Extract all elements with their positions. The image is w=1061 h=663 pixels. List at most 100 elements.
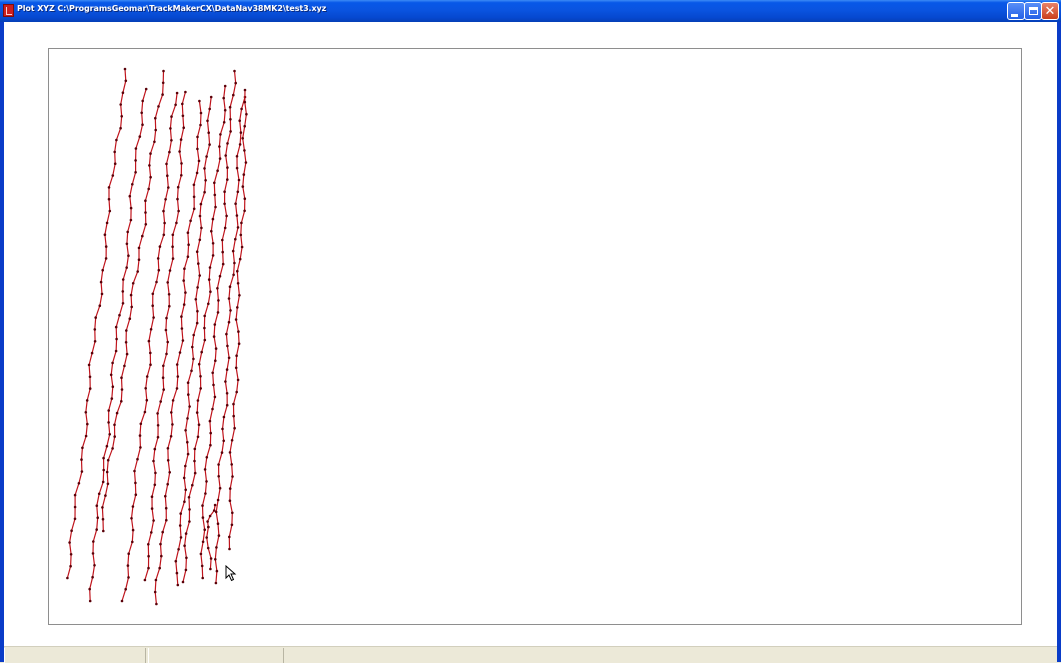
survey-point — [154, 578, 158, 582]
survey-point — [137, 246, 141, 250]
survey-point — [181, 339, 185, 342]
survey-point — [101, 480, 105, 484]
survey-point — [208, 143, 211, 146]
survey-point — [238, 119, 241, 122]
survey-point — [188, 508, 191, 511]
survey-point — [190, 369, 193, 373]
survey-point — [195, 411, 199, 414]
survey-point — [147, 566, 150, 570]
survey-point — [200, 564, 204, 568]
title-bar[interactable]: Plot XYZ C:\ProgramsGeomar\TrackMakerCX\… — [0, 0, 1061, 22]
survey-point — [198, 99, 201, 103]
survey-point — [171, 399, 175, 402]
survey-point — [214, 347, 218, 350]
survey-point — [194, 298, 198, 301]
survey-point — [176, 583, 180, 587]
survey-point — [177, 548, 180, 551]
survey-point — [98, 304, 102, 307]
survey-point — [153, 447, 157, 451]
survey-point — [208, 419, 212, 423]
survey-point — [197, 262, 200, 265]
survey-point — [105, 470, 109, 474]
survey-point — [145, 375, 149, 378]
survey-point — [113, 423, 116, 427]
survey-point — [156, 412, 159, 415]
survey-point — [120, 388, 124, 391]
survey-point — [91, 575, 94, 579]
survey-point — [234, 81, 237, 85]
survey-point — [227, 356, 231, 360]
maximize-button[interactable] — [1024, 2, 1042, 20]
survey-point — [179, 138, 183, 141]
survey-point — [174, 559, 178, 563]
survey-point — [207, 278, 211, 281]
survey-point — [196, 435, 200, 439]
survey-point — [175, 387, 179, 390]
survey-point — [154, 116, 157, 120]
survey-point — [193, 471, 197, 475]
survey-point — [242, 173, 246, 176]
survey-point — [196, 147, 199, 151]
survey-point — [222, 415, 226, 419]
survey-point — [191, 345, 194, 349]
survey-point — [179, 512, 182, 515]
survey-point — [243, 124, 246, 128]
survey-point — [136, 457, 139, 461]
survey-point — [101, 517, 105, 521]
status-pane-1 — [4, 648, 146, 663]
survey-point — [212, 509, 216, 512]
survey-point — [225, 368, 229, 371]
survey-point — [184, 488, 187, 492]
survey-point — [162, 69, 165, 73]
survey-point — [158, 245, 162, 248]
survey-point — [209, 557, 213, 560]
survey-point — [217, 475, 220, 478]
survey-point — [222, 121, 226, 124]
survey-point — [84, 434, 88, 438]
survey-point — [94, 316, 97, 319]
survey-point — [214, 581, 218, 585]
survey-point — [198, 238, 202, 242]
survey-point — [224, 154, 227, 157]
plot-area[interactable] — [48, 48, 1022, 625]
app-icon[interactable] — [3, 4, 14, 17]
survey-point — [137, 258, 141, 261]
survey-point — [184, 429, 187, 432]
survey-point — [136, 270, 139, 273]
survey-point — [234, 237, 237, 241]
survey-track-line — [144, 91, 186, 581]
survey-point — [211, 217, 215, 221]
survey-point — [163, 221, 166, 225]
survey-point — [174, 103, 177, 107]
survey-point — [229, 309, 232, 312]
survey-point — [215, 569, 219, 573]
survey-point — [209, 290, 212, 293]
survey-point — [155, 280, 158, 284]
survey-point — [244, 161, 248, 164]
survey-point — [156, 257, 160, 260]
survey-point — [162, 209, 165, 213]
survey-point — [99, 280, 103, 284]
survey-point — [120, 376, 123, 380]
survey-point — [230, 523, 234, 527]
survey-point — [125, 329, 128, 332]
survey-point — [171, 245, 174, 248]
survey-track-line — [228, 89, 248, 550]
survey-point — [182, 303, 186, 306]
survey-point — [129, 206, 133, 210]
close-icon: ✕ — [1044, 3, 1056, 19]
survey-point — [111, 361, 114, 365]
survey-point — [239, 233, 243, 237]
survey-point — [214, 558, 217, 561]
survey-point — [134, 171, 137, 174]
survey-point — [85, 399, 89, 402]
survey-point — [213, 395, 217, 399]
survey-point — [150, 507, 154, 510]
minimize-button[interactable] — [1007, 2, 1025, 20]
survey-point — [159, 542, 162, 546]
survey-point — [120, 400, 123, 403]
survey-point — [90, 351, 94, 355]
survey-point — [203, 314, 206, 318]
survey-point — [168, 304, 171, 308]
close-button[interactable]: ✕ — [1041, 2, 1059, 20]
